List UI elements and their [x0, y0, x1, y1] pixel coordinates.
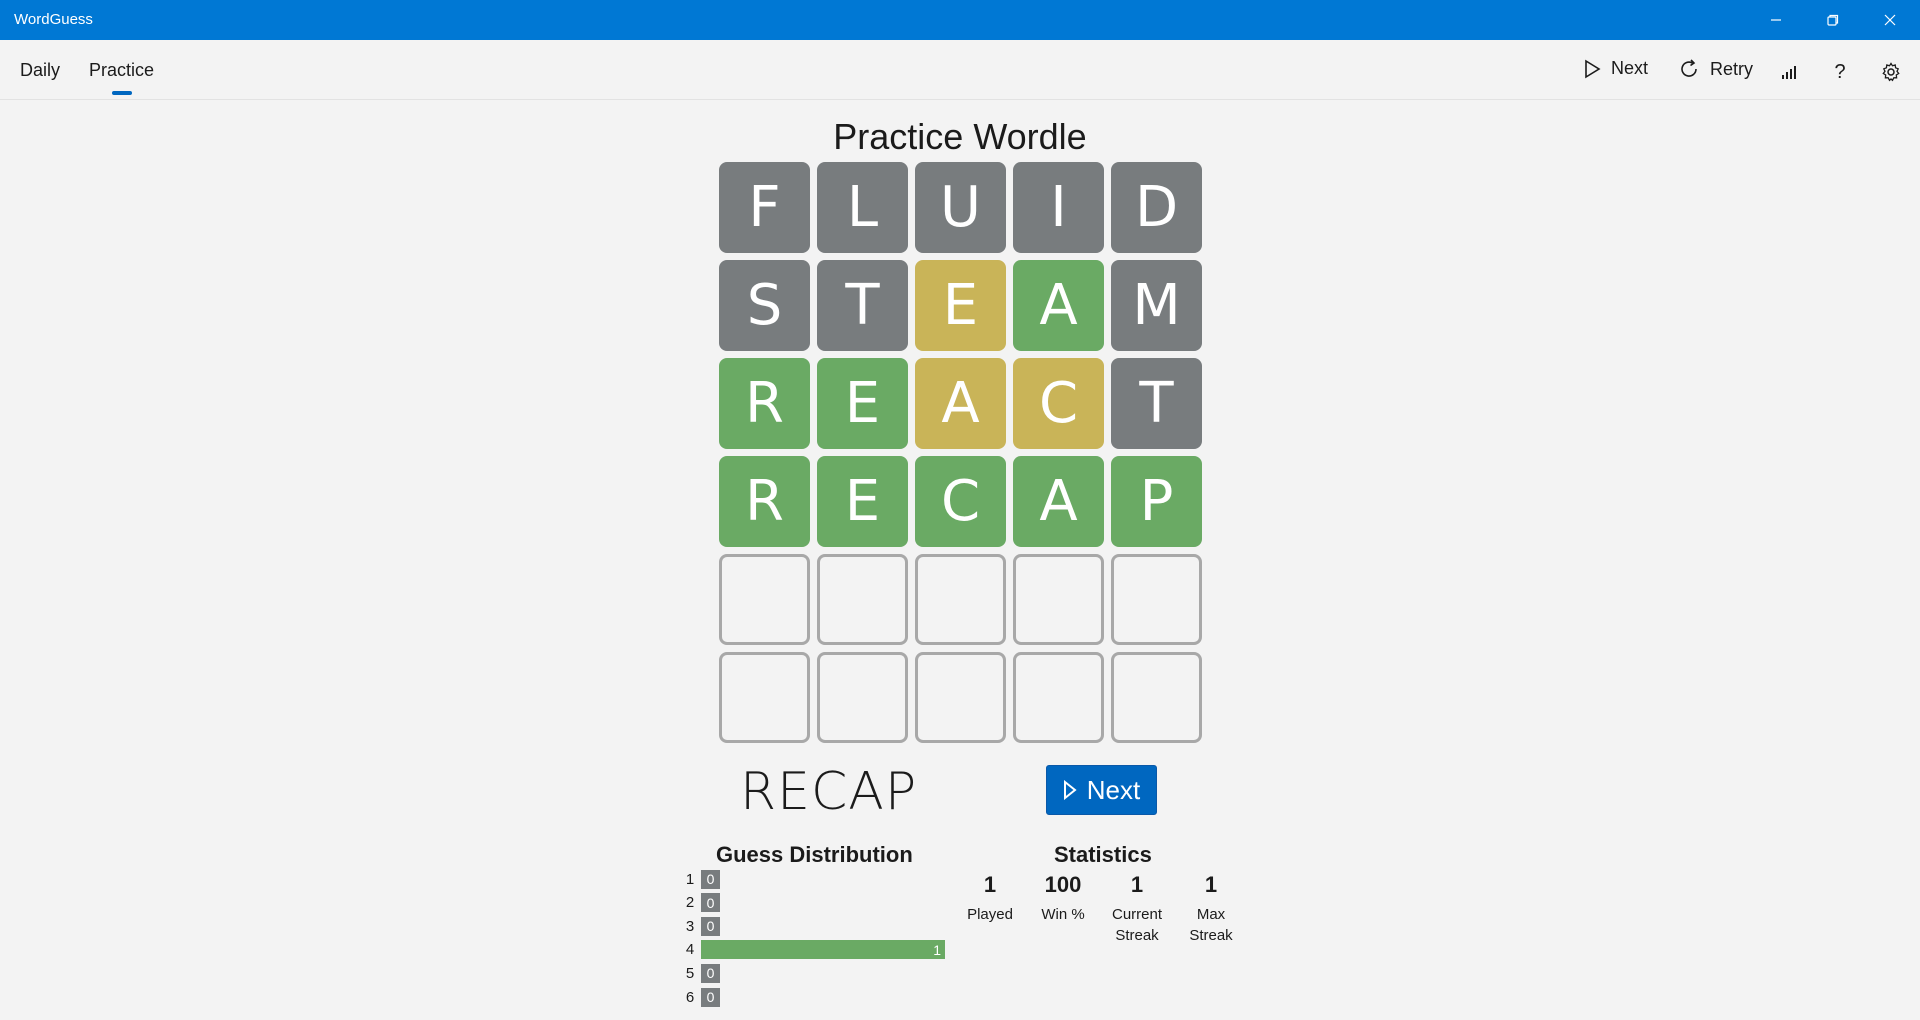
- tile-r3-c1: R: [719, 358, 810, 449]
- tile-r2-c3: E: [915, 260, 1006, 351]
- tile-r5-c2: [817, 554, 908, 645]
- stat-played: 1 Played: [950, 872, 1030, 925]
- tile-r1-c4: I: [1013, 162, 1104, 253]
- stat-win-percent: 100 Win %: [1023, 872, 1103, 925]
- window-title: WordGuess: [14, 11, 93, 28]
- toolbar-next-button[interactable]: Next: [1583, 58, 1648, 79]
- restore-icon: [1827, 14, 1839, 26]
- tile-r5-c1: [719, 554, 810, 645]
- stat-label: Current Streak: [1111, 906, 1163, 944]
- distribution-row: 10: [680, 869, 720, 889]
- close-icon: [1884, 14, 1896, 26]
- restore-button[interactable]: [1805, 0, 1861, 40]
- toolbar-retry-label: Retry: [1710, 58, 1754, 79]
- tab-daily[interactable]: Daily: [20, 60, 60, 81]
- play-icon: [1585, 59, 1601, 78]
- stat-label: Max Streak: [1189, 906, 1233, 944]
- tile-r5-c5: [1111, 554, 1202, 645]
- play-icon: [1063, 780, 1077, 800]
- tile-r4-c3: C: [915, 456, 1006, 547]
- distribution-bar: 0: [701, 916, 720, 936]
- settings-button[interactable]: [1877, 58, 1905, 86]
- distribution-bar: 0: [701, 893, 720, 913]
- distribution-guess-number: 6: [685, 988, 695, 1006]
- distribution-guess-number: 1: [685, 870, 695, 888]
- tile-r6-c3: [915, 652, 1006, 743]
- stat-current-streak: 1 Current Streak: [1097, 872, 1177, 946]
- tile-r5-c4: [1013, 554, 1104, 645]
- stat-max-streak: 1 Max Streak: [1171, 872, 1251, 946]
- help-icon: ?: [1834, 60, 1846, 83]
- tile-r2-c5: M: [1111, 260, 1202, 351]
- help-button[interactable]: ?: [1826, 58, 1854, 86]
- distribution-title: Guess Distribution: [716, 842, 913, 867]
- tile-r6-c4: [1013, 652, 1104, 743]
- nav-bar: Daily Practice Next Retry ?: [0, 40, 1920, 100]
- stat-label: Win %: [1041, 906, 1085, 923]
- distribution-bar: 0: [701, 869, 720, 889]
- toolbar-next-label: Next: [1611, 58, 1649, 78]
- stat-value: 1: [983, 872, 997, 897]
- distribution-row: 60: [680, 987, 720, 1007]
- tile-r6-c2: [817, 652, 908, 743]
- answer-word: RECAP: [740, 762, 918, 822]
- distribution-bar: 0: [701, 963, 720, 983]
- stat-value: 100: [1044, 872, 1082, 897]
- tile-r3-c4: C: [1013, 358, 1104, 449]
- tile-r1-c3: U: [915, 162, 1006, 253]
- tile-r5-c3: [915, 554, 1006, 645]
- close-button[interactable]: [1862, 0, 1918, 40]
- distribution-guess-number: 2: [685, 894, 695, 912]
- tile-r4-c2: E: [817, 456, 908, 547]
- stat-value: 1: [1130, 872, 1144, 897]
- tile-r1-c2: L: [817, 162, 908, 253]
- tile-r3-c2: E: [817, 358, 908, 449]
- tile-r6-c5: [1111, 652, 1202, 743]
- distribution-row: 30: [680, 916, 720, 936]
- next-word-label: Next: [1086, 774, 1141, 805]
- distribution-guess-number: 3: [685, 917, 695, 935]
- tab-practice[interactable]: Practice: [89, 60, 154, 81]
- signal-bars-icon: [1782, 66, 1796, 79]
- distribution-row: 41: [680, 940, 945, 960]
- gear-icon: [1882, 62, 1900, 82]
- toolbar-retry-button[interactable]: Retry: [1678, 58, 1753, 80]
- tile-r2-c4: A: [1013, 260, 1104, 351]
- game-board: FLUIDSTEAMREACTRECAP: [719, 162, 1202, 743]
- statistics-title: Statistics: [1054, 842, 1152, 867]
- next-word-button[interactable]: Next: [1046, 765, 1157, 815]
- tile-r6-c1: [719, 652, 810, 743]
- tile-r4-c1: R: [719, 456, 810, 547]
- distribution-row: 20: [680, 893, 720, 913]
- minimize-button[interactable]: [1748, 0, 1804, 40]
- tile-r4-c5: P: [1111, 456, 1202, 547]
- distribution-row: 50: [680, 963, 720, 983]
- stat-value: 1: [1204, 872, 1218, 897]
- tile-r1-c1: F: [719, 162, 810, 253]
- tile-r3-c3: A: [915, 358, 1006, 449]
- distribution-bar: 0: [701, 987, 720, 1007]
- tile-r1-c5: D: [1111, 162, 1202, 253]
- title-bar: WordGuess: [0, 0, 1920, 40]
- game-title: Practice Wordle: [833, 116, 1087, 157]
- tile-r2-c2: T: [817, 260, 908, 351]
- retry-icon: [1681, 59, 1697, 77]
- tile-r3-c5: T: [1111, 358, 1202, 449]
- distribution-guess-number: 4: [685, 941, 695, 959]
- stat-label: Played: [967, 906, 1013, 923]
- distribution-guess-number: 5: [685, 964, 695, 982]
- minimize-icon: [1771, 19, 1781, 21]
- distribution-bar: 1: [701, 940, 945, 960]
- statistics-button[interactable]: [1775, 58, 1803, 86]
- tile-r4-c4: A: [1013, 456, 1104, 547]
- tile-r2-c1: S: [719, 260, 810, 351]
